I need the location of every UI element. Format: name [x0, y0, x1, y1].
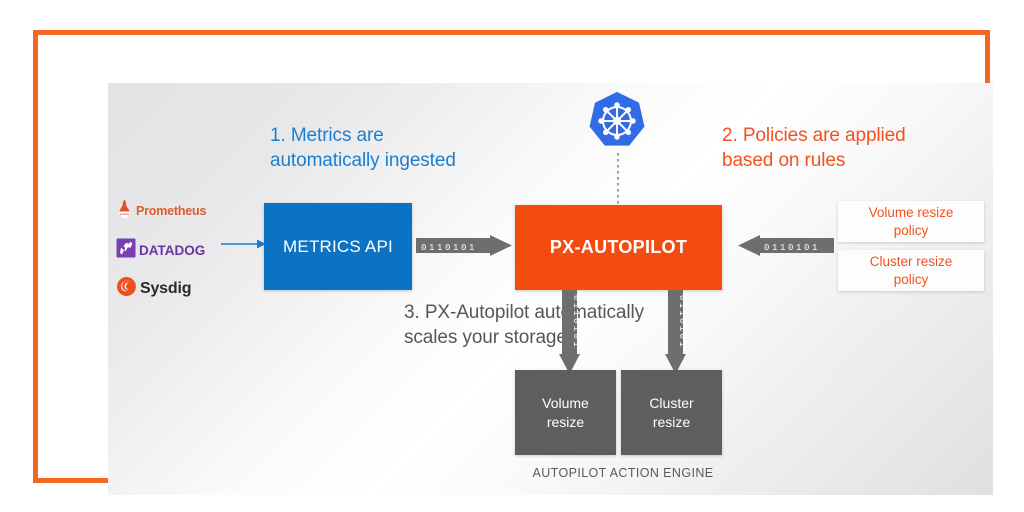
step-2-heading: 2. Policies are applied based on rules	[722, 125, 906, 171]
metrics-api-box[interactable]: METRICS API	[264, 203, 412, 290]
diagram-outer-frame: 1. Metrics are automatically ingested 2.…	[33, 30, 993, 495]
cluster-resize-policy-card[interactable]: Cluster resize policy	[838, 250, 984, 291]
metrics-sources-group: Prometheus DATADOG Sysdig	[116, 196, 238, 313]
binary-text: 0110101	[764, 243, 820, 253]
ingest-arrow-icon	[221, 239, 266, 249]
source-label-sysdig: Sysdig	[140, 280, 192, 297]
binary-text: 0110101	[677, 295, 686, 349]
step-1-heading: 1. Metrics are automatically ingested	[270, 125, 456, 171]
autopilot-action-engine-label: AUTOPILOT ACTION ENGINE	[532, 466, 714, 480]
kubernetes-connector-line	[617, 153, 619, 205]
binary-text: 0110101	[571, 295, 580, 349]
source-sysdig: Sysdig	[116, 274, 238, 304]
source-datadog: DATADOG	[116, 235, 238, 265]
source-prometheus: Prometheus	[116, 196, 238, 226]
prometheus-logo-icon	[116, 199, 133, 224]
kubernetes-logo-icon	[586, 90, 648, 157]
binary-flow-arrow-to-cluster-resize: 0110101	[665, 290, 686, 374]
datadog-logo-icon	[116, 238, 136, 263]
binary-flow-arrow-to-autopilot: 0110101	[416, 235, 512, 256]
source-label-prometheus: Prometheus	[136, 204, 207, 218]
binary-flow-arrow-from-policies: 0110101	[738, 235, 834, 256]
px-autopilot-box[interactable]: PX-AUTOPILOT	[515, 205, 722, 290]
sysdig-logo-icon	[116, 276, 137, 302]
cluster-resize-action-box[interactable]: Cluster resize	[621, 370, 722, 455]
binary-flow-arrow-to-volume-resize: 0110101	[559, 290, 580, 374]
diagram-canvas: 1. Metrics are automatically ingested 2.…	[108, 83, 993, 495]
binary-text: 0110101	[421, 243, 477, 253]
source-label-datadog: DATADOG	[139, 242, 206, 258]
volume-resize-action-box[interactable]: Volume resize	[515, 370, 616, 455]
step-3-heading: 3. PX-Autopilot automatically scales you…	[404, 302, 644, 348]
volume-resize-policy-card[interactable]: Volume resize policy	[838, 201, 984, 242]
